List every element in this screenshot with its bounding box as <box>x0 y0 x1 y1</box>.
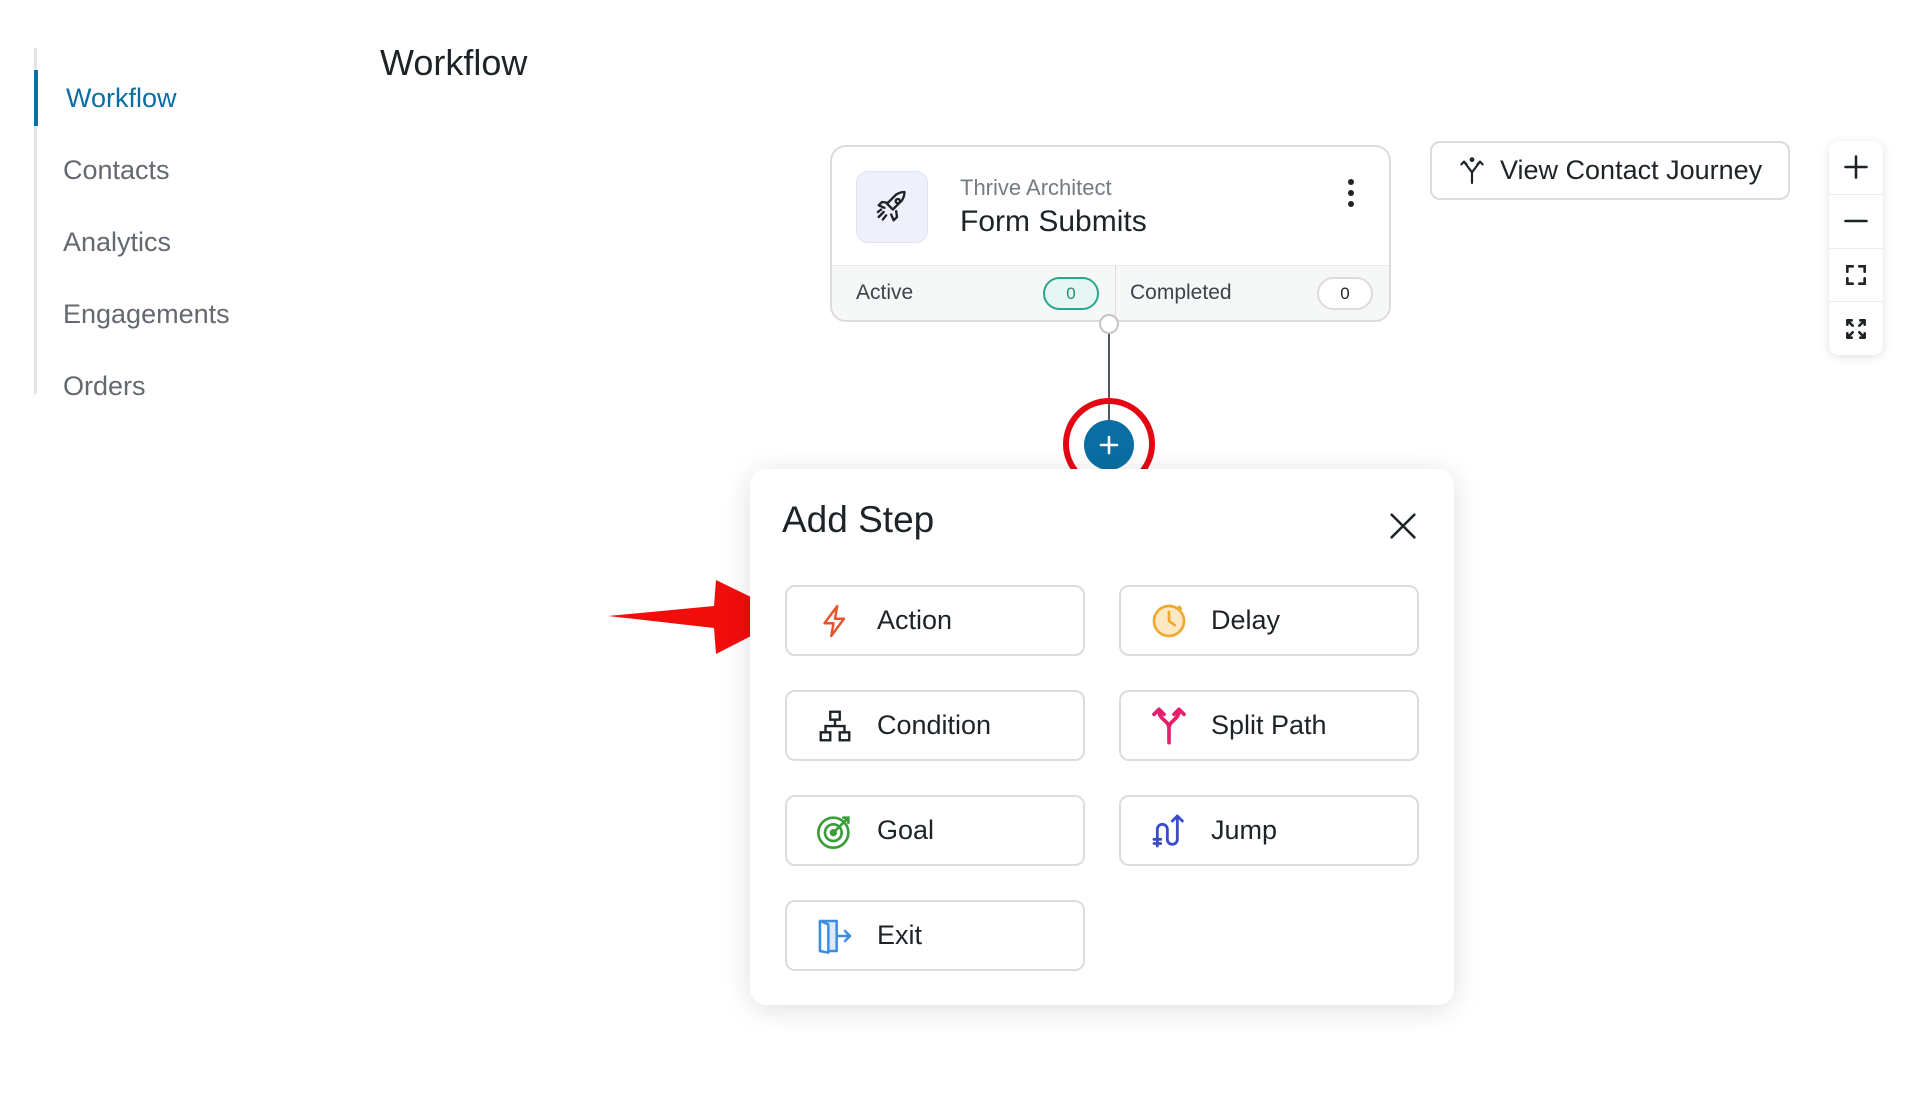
sidebar-item-contacts[interactable]: Contacts <box>34 142 284 198</box>
split-arrows-icon <box>1149 706 1189 746</box>
target-icon <box>815 811 855 851</box>
active-stat: Active 0 <box>832 266 1115 320</box>
rocket-icon <box>856 171 928 243</box>
exit-option-label: Exit <box>877 920 923 950</box>
lightning-icon <box>815 601 855 641</box>
fullscreen-button[interactable] <box>1829 301 1883 355</box>
fit-view-icon <box>1846 264 1866 285</box>
active-count-badge: 0 <box>1043 277 1099 310</box>
close-button[interactable] <box>1386 509 1420 543</box>
goal-option-label: Goal <box>877 815 935 845</box>
split-path-option-label: Split Path <box>1211 710 1327 740</box>
view-contact-journey-label: View Contact Journey <box>1500 155 1763 185</box>
hierarchy-icon <box>815 706 855 746</box>
condition-option[interactable]: Condition <box>785 690 1085 761</box>
connector-handle[interactable] <box>1099 314 1119 334</box>
sidebar-nav: Workflow Contacts Analytics Engagements … <box>34 48 294 401</box>
sidebar-item-orders[interactable]: Orders <box>34 358 284 414</box>
action-option-label: Action <box>877 605 953 635</box>
sidebar-item-engagements[interactable]: Engagements <box>34 286 284 342</box>
split-path-option[interactable]: Split Path <box>1119 690 1419 761</box>
exit-door-icon <box>815 916 855 956</box>
zoom-out-button[interactable] <box>1829 193 1883 248</box>
jump-option[interactable]: Jump <box>1119 795 1419 866</box>
branch-icon <box>1460 156 1484 184</box>
jump-icon <box>1149 811 1189 851</box>
zoom-controls <box>1829 141 1883 355</box>
completed-stat: Completed 0 <box>1115 266 1389 320</box>
completed-label: Completed <box>1130 281 1232 304</box>
trigger-stats: Active 0 Completed 0 <box>832 265 1389 320</box>
add-step-panel: Add Step Action Delay Condition Split Pa… <box>750 469 1454 1005</box>
zoom-in-icon <box>1844 155 1868 180</box>
sidebar-item-workflow[interactable]: Workflow <box>34 70 284 126</box>
jump-option-label: Jump <box>1211 815 1278 845</box>
close-icon <box>1390 513 1416 539</box>
fit-view-button[interactable] <box>1829 247 1883 302</box>
zoom-in-button[interactable] <box>1829 141 1883 194</box>
trigger-card[interactable]: Thrive Architect Form Submits Active 0 C… <box>830 145 1391 322</box>
add-step-title: Add Step <box>782 499 935 540</box>
action-option[interactable]: Action <box>785 585 1085 656</box>
goal-option[interactable]: Goal <box>785 795 1085 866</box>
zoom-out-icon <box>1844 219 1868 223</box>
trigger-name: Form Submits <box>960 205 1147 238</box>
delay-option[interactable]: Delay <box>1119 585 1419 656</box>
view-contact-journey-button[interactable]: View Contact Journey <box>1430 141 1790 200</box>
fullscreen-icon <box>1846 318 1866 339</box>
more-options-icon[interactable] <box>1339 175 1363 211</box>
active-label: Active <box>856 281 914 304</box>
page-title: Workflow <box>380 42 528 83</box>
plus-icon <box>1099 435 1119 455</box>
clock-icon <box>1149 601 1189 641</box>
completed-count-badge: 0 <box>1317 277 1373 310</box>
add-step-button[interactable] <box>1084 420 1134 470</box>
exit-option[interactable]: Exit <box>785 900 1085 971</box>
delay-option-label: Delay <box>1211 605 1281 635</box>
sidebar-item-analytics[interactable]: Analytics <box>34 214 284 270</box>
trigger-source: Thrive Architect <box>960 175 1112 200</box>
condition-option-label: Condition <box>877 710 992 740</box>
